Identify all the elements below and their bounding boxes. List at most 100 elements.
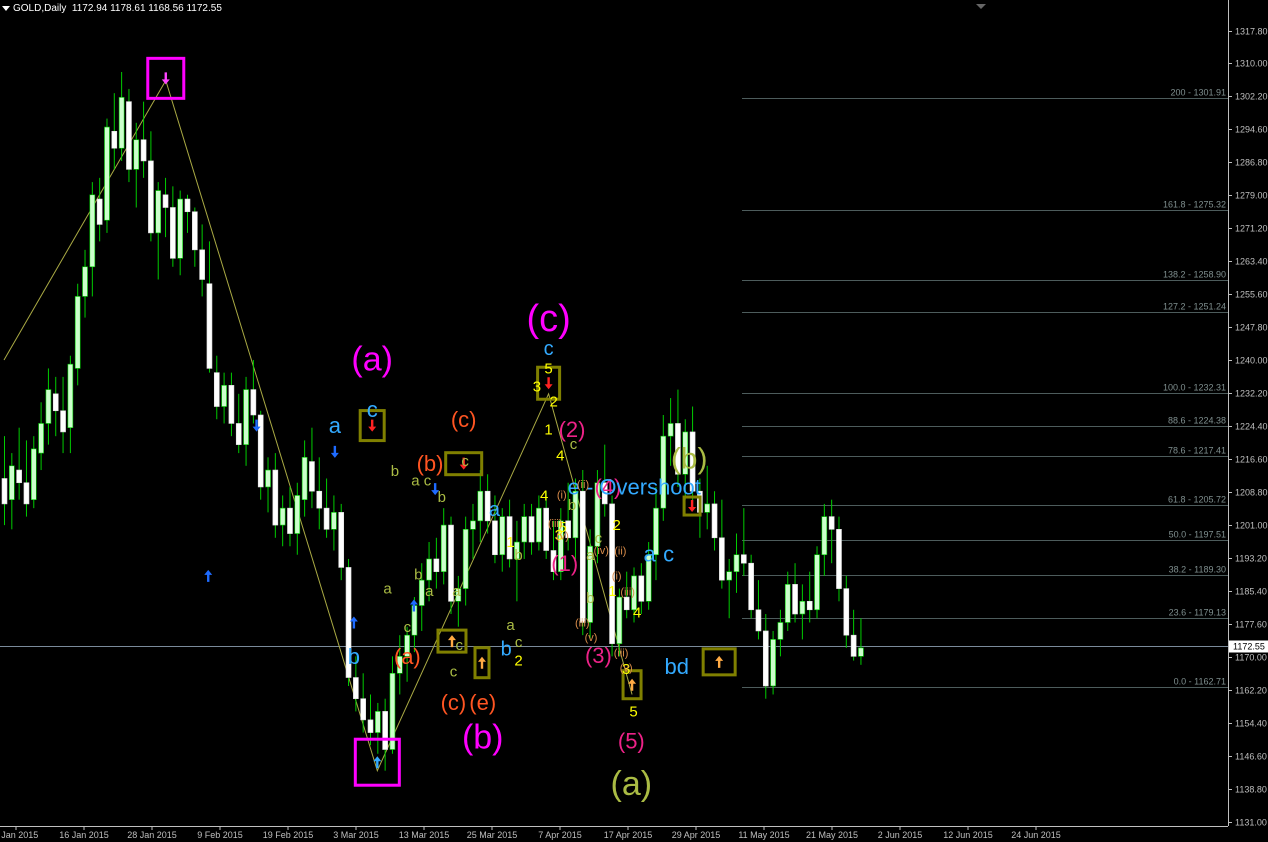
wave-label: c bbox=[515, 634, 523, 651]
wave-label: c bbox=[404, 619, 412, 636]
candle-body-bull bbox=[858, 647, 864, 657]
candle-body-bear bbox=[843, 588, 850, 636]
wave-label: (5) bbox=[618, 729, 645, 754]
wave-label: 2 bbox=[514, 653, 522, 670]
time-tick-label: 11 May 2015 bbox=[738, 830, 789, 840]
candle-body-bull bbox=[777, 622, 784, 640]
time-tick-label: 29 Apr 2015 bbox=[672, 830, 721, 840]
wave-label: c bbox=[461, 453, 469, 470]
time-tick-label: 12 Jun 2015 bbox=[943, 830, 993, 840]
candle-body-bear bbox=[579, 490, 586, 623]
time-tick-label: 13 Mar 2015 bbox=[399, 830, 450, 840]
arrow-down-icon bbox=[544, 377, 553, 390]
wave-label: 2 bbox=[550, 394, 558, 411]
wave-label: c bbox=[456, 637, 464, 654]
price-tick-label: 1224.40 bbox=[1235, 422, 1268, 432]
wave-label: (v) bbox=[585, 632, 598, 644]
wave-label: (ii) bbox=[614, 546, 626, 558]
candle-body-bull bbox=[9, 465, 15, 500]
candle-body-bear bbox=[206, 283, 213, 369]
candle-body-bear bbox=[367, 719, 374, 733]
time-tick-label: 19 Feb 2015 bbox=[263, 830, 314, 840]
candle-body-bear bbox=[323, 507, 330, 530]
candle-body-bull bbox=[667, 423, 674, 437]
candle-body-bear bbox=[148, 160, 154, 234]
wave-label: c bbox=[663, 542, 674, 567]
wave-label: a bbox=[643, 542, 656, 567]
candle-body-bear bbox=[836, 529, 842, 589]
wave-label: (i) bbox=[557, 489, 567, 501]
price-tick-label: 1286.80 bbox=[1235, 158, 1268, 168]
wave-label: (e) bbox=[469, 690, 496, 715]
wave-label: c bbox=[367, 397, 378, 422]
time-axis: 5 Jan 2015 16 Jan 2015 28 Jan 2015 9 Feb 20… bbox=[0, 4, 1228, 840]
candle-body-bear bbox=[338, 512, 345, 568]
candle-body-bear bbox=[235, 423, 242, 445]
fib-level-label: 78.6 - 1217.41 bbox=[1168, 446, 1226, 456]
price-tick-label: 1263.40 bbox=[1235, 257, 1268, 267]
candle-body-bull bbox=[104, 126, 110, 221]
price-tick-label: 1317.80 bbox=[1235, 27, 1268, 37]
candle-body-bull bbox=[733, 554, 740, 572]
signal-boxes bbox=[146, 56, 737, 787]
candle-body-bear bbox=[96, 198, 103, 225]
candle-body-bear bbox=[1, 478, 8, 505]
arrow-up-icon bbox=[204, 569, 213, 582]
candle-body-bear bbox=[850, 634, 857, 657]
candle-body-bull bbox=[375, 711, 381, 733]
candle-body-bull bbox=[821, 516, 828, 556]
candle-body-bear bbox=[257, 414, 264, 488]
wave-label: c bbox=[544, 338, 554, 360]
candle-body-bear bbox=[492, 520, 498, 556]
candle-body-bull bbox=[726, 571, 732, 581]
price-tick-label: 1185.40 bbox=[1235, 587, 1267, 597]
fib-level-label: 127.2 - 1251.24 bbox=[1163, 302, 1226, 312]
candle-body-bear bbox=[316, 490, 323, 509]
price-tick-label: 1154.40 bbox=[1235, 719, 1267, 729]
wave-label: (3) bbox=[585, 643, 612, 668]
candle-body-bear bbox=[213, 372, 220, 407]
candle-body-bear bbox=[638, 575, 645, 602]
fib-level-label: 50.0 - 1197.51 bbox=[1169, 530, 1226, 540]
price-tick-label: 1302.20 bbox=[1235, 92, 1268, 102]
candle-body-bull bbox=[243, 389, 249, 445]
time-tick-label: 24 Jun 2015 bbox=[1011, 830, 1061, 840]
candle-body-bull bbox=[177, 198, 183, 259]
price-tick-label: 1271.20 bbox=[1235, 224, 1268, 234]
candle-body-bull bbox=[265, 469, 271, 488]
price-tick-label: 1255.60 bbox=[1235, 290, 1268, 300]
wave-label: b bbox=[391, 463, 399, 480]
candle-body-bear bbox=[623, 596, 630, 611]
arrow-down-icon bbox=[688, 500, 697, 513]
candle-body-bear bbox=[741, 554, 747, 564]
price-tick-label: 1279.00 bbox=[1235, 191, 1268, 201]
wave-label: 1 bbox=[608, 583, 616, 600]
time-tick-label: 25 Mar 2015 bbox=[467, 830, 518, 840]
candle-body-bear bbox=[711, 503, 718, 539]
arrow-up-icon bbox=[715, 655, 724, 668]
time-tick-label: 5 Jan 2015 bbox=[0, 830, 38, 840]
wave-label: bd bbox=[664, 654, 688, 679]
fib-level-label: 161.8 - 1275.32 bbox=[1163, 200, 1226, 210]
candle-body-bull bbox=[45, 389, 52, 424]
candle-body-bull bbox=[799, 601, 806, 615]
time-tick-label: 28 Jan 2015 bbox=[127, 830, 177, 840]
candle-body-bull bbox=[814, 554, 820, 611]
candle-body-bull bbox=[704, 503, 711, 513]
fib-level-label: 23.6 - 1179.13 bbox=[1169, 608, 1226, 618]
wave-label: 5 bbox=[629, 703, 637, 720]
candle-body-bear bbox=[111, 130, 118, 149]
price-tick-label: 1310.00 bbox=[1235, 59, 1268, 69]
candle-body-bear bbox=[126, 101, 132, 170]
zigzag-line bbox=[3, 79, 633, 773]
chart-shift-marker-icon[interactable] bbox=[976, 4, 986, 9]
candle-body-bull bbox=[499, 516, 506, 556]
candle-body-bull bbox=[301, 457, 308, 500]
fib-level-label: 88.6 - 1224.38 bbox=[1168, 416, 1226, 426]
wave-label: (iii) bbox=[614, 647, 629, 659]
fib-level-label: 61.8 - 1205.72 bbox=[1168, 495, 1226, 505]
candle-body-bull bbox=[133, 139, 140, 170]
candle-body-bear bbox=[762, 630, 769, 687]
candle-body-bull bbox=[426, 558, 432, 581]
candle-body-bear bbox=[250, 389, 257, 416]
